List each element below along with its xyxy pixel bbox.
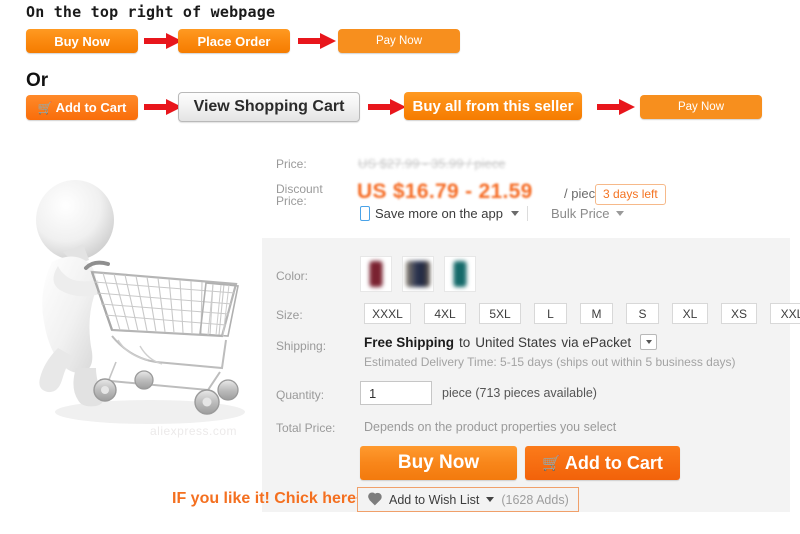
total-price-value: Depends on the product properties you se… <box>364 420 617 434</box>
add-to-wish-list-button[interactable]: Add to Wish List (1628 Adds) <box>357 487 579 512</box>
size-option-s[interactable]: S <box>626 303 659 324</box>
price-divider <box>527 206 528 221</box>
size-option-l[interactable]: L <box>534 303 567 324</box>
pay-now-flow-button-1[interactable]: Pay Now <box>338 29 460 53</box>
discount-price-value: US $16.79 - 21.59 <box>357 180 533 203</box>
shipping-to-text: to <box>459 334 471 350</box>
image-watermark: aliexpress.com <box>150 424 238 438</box>
buy-now-button[interactable]: Buy Now <box>360 446 517 480</box>
shipping-select-dropdown[interactable] <box>640 334 658 350</box>
quantity-available-text: piece (713 pieces available) <box>442 386 597 400</box>
instruction-headline: On the top right of webpage <box>26 3 276 21</box>
quantity-label: Quantity: <box>276 388 325 402</box>
page-root: On the top right of webpage Buy Now Plac… <box>0 0 800 534</box>
heart-icon <box>367 493 382 507</box>
total-price-label: Total Price: <box>276 421 336 435</box>
color-label: Color: <box>276 269 309 283</box>
arrow-right-icon-4 <box>368 99 406 115</box>
or-label: Or <box>26 70 49 91</box>
original-price: US $27.99 - 35.99 / piece <box>358 156 506 171</box>
size-option-m[interactable]: M <box>580 303 613 324</box>
size-option-5xl[interactable]: 5XL <box>479 303 521 324</box>
add-to-cart-label: Add to Cart <box>564 452 663 473</box>
chick-here-text: IF you like it! Chick here~ <box>172 490 366 507</box>
buy-now-flow-button[interactable]: Buy Now <box>26 29 138 53</box>
shipping-value: Free Shipping to United States via ePack… <box>364 334 658 350</box>
free-shipping-text: Free Shipping <box>364 334 455 350</box>
size-option-xxl[interactable]: XXL <box>770 303 800 324</box>
size-option-xs[interactable]: XS <box>721 303 757 324</box>
color-swatch-1[interactable] <box>360 256 392 292</box>
price-label: Price: <box>276 157 307 171</box>
save-more-on-app-label: Save more on the app <box>375 206 503 221</box>
chevron-down-icon-shipping <box>645 340 652 344</box>
size-option-4xl[interactable]: 4XL <box>424 303 466 324</box>
size-label: Size: <box>276 308 303 322</box>
chevron-down-icon-bulk <box>615 211 624 216</box>
bulk-price-link[interactable]: Bulk Price <box>551 206 624 221</box>
color-swatch-3[interactable] <box>444 256 476 292</box>
add-to-cart-button[interactable]: 🛒 Add to Cart <box>525 446 680 480</box>
buy-all-from-seller-button[interactable]: Buy all from this seller <box>404 92 582 120</box>
arrow-right-icon-2 <box>298 33 336 49</box>
mobile-phone-icon <box>360 206 370 221</box>
cart-icon-large: 🛒 <box>542 454 561 472</box>
wish-list-label: Add to Wish List <box>389 492 480 507</box>
color-swatch-3-thumb <box>453 261 467 287</box>
arrow-right-icon-1 <box>144 33 182 49</box>
arrow-right-icon-5 <box>597 99 635 115</box>
shipping-estimate: Estimated Delivery Time: 5-15 days (ship… <box>364 355 736 369</box>
place-order-flow-button[interactable]: Place Order <box>178 29 290 53</box>
color-swatch-2-thumb <box>406 261 430 287</box>
add-to-cart-flow-button[interactable]: 🛒 Add to Cart <box>26 95 138 120</box>
days-left-badge: 3 days left <box>595 184 666 205</box>
arrow-right-icon-3 <box>144 99 182 115</box>
quantity-input[interactable] <box>360 381 432 405</box>
save-more-on-app-link[interactable]: Save more on the app <box>360 206 519 221</box>
product-image <box>0 140 262 440</box>
shipping-method: via ePacket <box>561 334 632 350</box>
bulk-price-label: Bulk Price <box>551 206 610 221</box>
color-swatch-1-thumb <box>369 261 383 287</box>
pay-now-flow-button-2[interactable]: Pay Now <box>640 95 762 119</box>
color-swatch-2[interactable] <box>402 256 434 292</box>
discount-price-label-line2: Price: <box>276 194 307 208</box>
size-option-xxxl[interactable]: XXXL <box>364 303 411 324</box>
shipping-label: Shipping: <box>276 339 327 353</box>
wish-list-count: (1628 Adds) <box>501 492 569 507</box>
shipping-destination: United States <box>475 334 557 350</box>
chevron-down-icon-wish <box>486 497 495 502</box>
add-to-cart-flow-label: Add to Cart <box>55 100 127 115</box>
cart-icon: 🛒 <box>37 100 53 115</box>
view-shopping-cart-button[interactable]: View Shopping Cart <box>178 92 360 122</box>
chevron-down-icon-app <box>510 211 519 216</box>
size-option-xl[interactable]: XL <box>672 303 708 324</box>
